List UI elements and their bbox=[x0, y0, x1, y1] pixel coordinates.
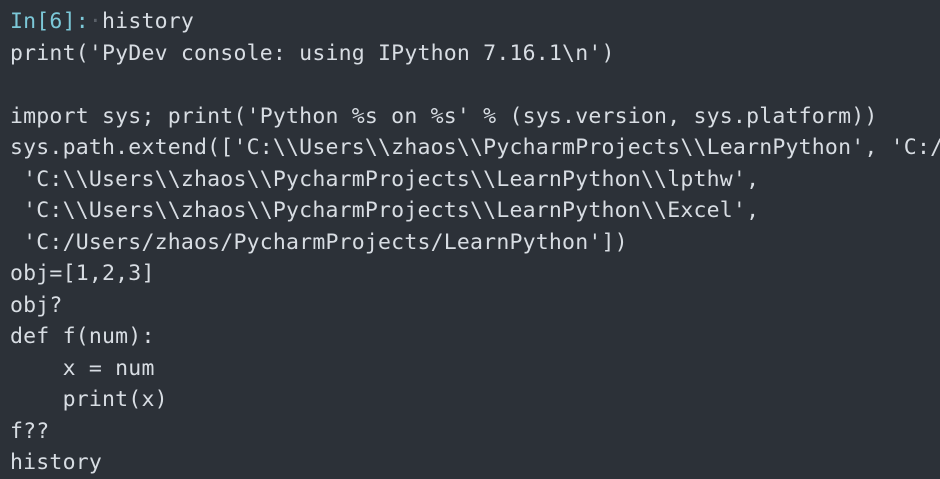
console-line: print('PyDev console: using IPython 7.16… bbox=[10, 40, 615, 66]
console-line: print(x) bbox=[10, 387, 168, 412]
console-line: 'C:\\Users\\zhaos\\PycharmProjects\\Lear… bbox=[10, 166, 760, 192]
console-line: sys.path.extend(['C:\\Users\\zhaos\\Pych… bbox=[10, 135, 940, 160]
console-line: 'C:/Users/zhaos/PycharmProjects/LearnPyt… bbox=[10, 229, 628, 255]
console-line: obj? bbox=[10, 292, 63, 318]
console-line-text: history bbox=[102, 9, 195, 34]
console-line: 'C:\\Users\\zhaos\\PycharmProjects\\Lear… bbox=[10, 198, 760, 223]
console-line: f?? bbox=[10, 418, 50, 444]
console-line: def f(num): bbox=[10, 324, 155, 349]
console-line: x = num bbox=[10, 355, 155, 381]
console-output: In[6]:·history print('PyDev console: usi… bbox=[0, 0, 940, 479]
space-marker: · bbox=[88, 9, 103, 34]
console-line: import sys; print('Python %s on %s' % (s… bbox=[10, 103, 878, 129]
input-prompt: In[6]: bbox=[10, 9, 89, 34]
console-line-input: In[6]:·history bbox=[0, 6, 940, 38]
console-line: history bbox=[10, 450, 103, 475]
console-line: obj=[1,2,3] bbox=[10, 261, 155, 286]
